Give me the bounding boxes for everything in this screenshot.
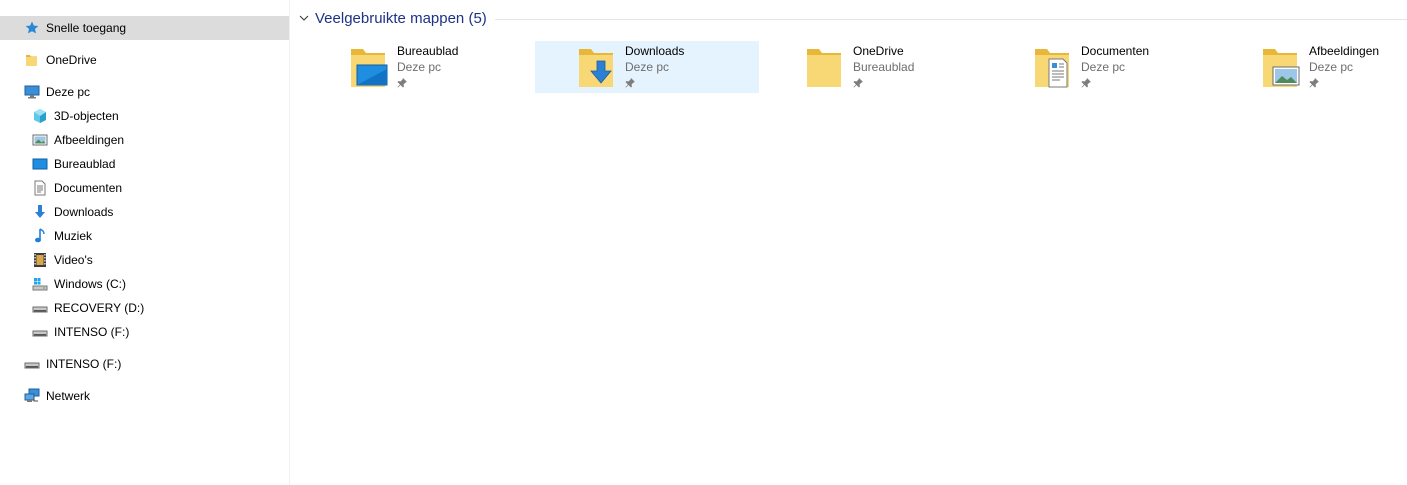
folder-location: Bureaublad <box>853 60 915 74</box>
nav-item-label: Netwerk <box>46 389 91 403</box>
folder-icon <box>803 47 847 89</box>
nav-item-label: Windows (C:) <box>54 277 127 291</box>
drive-icon <box>32 324 48 340</box>
nav-item-label: Video's <box>54 253 93 267</box>
windows-drive-icon <box>32 276 48 292</box>
downloads-folder-icon <box>575 47 619 89</box>
nav-item-label: Afbeeldingen <box>54 133 125 147</box>
pin-icon <box>853 77 863 88</box>
folder-location: Deze pc <box>397 60 442 74</box>
folder-location: Deze pc <box>625 60 670 74</box>
group-header[interactable]: Veelgebruikte mappen (5) <box>297 8 1407 28</box>
drive-icon <box>24 356 40 372</box>
pictures-icon <box>32 132 48 148</box>
nav-item-label: 3D-objecten <box>54 109 119 123</box>
computer-icon <box>24 84 40 100</box>
downloads-icon <box>32 204 48 220</box>
nav-item-this-pc[interactable]: Deze pc <box>0 80 289 104</box>
folder-tile-documents[interactable]: Documenten Deze pc <box>991 41 1215 93</box>
pin-icon <box>1081 77 1091 88</box>
navigation-pane: Snelle toegang OneDrive Deze pc 3D-objec… <box>0 0 290 485</box>
nav-item-label: Muziek <box>54 229 93 243</box>
pin-icon <box>625 77 635 88</box>
nav-item-3d-objects[interactable]: 3D-objecten <box>0 104 289 128</box>
nav-item-desktop[interactable]: Bureaublad <box>0 152 289 176</box>
nav-item-network[interactable]: Netwerk <box>0 384 289 408</box>
nav-item-label: Deze pc <box>46 85 91 99</box>
folder-location: Deze pc <box>1081 60 1126 74</box>
desktop-folder-icon <box>347 47 391 89</box>
nav-item-videos[interactable]: Video's <box>0 248 289 272</box>
nav-item-downloads[interactable]: Downloads <box>0 200 289 224</box>
folder-name: OneDrive <box>853 44 904 58</box>
folder-name: Documenten <box>1081 44 1150 58</box>
folder-tile-onedrive[interactable]: OneDrive Bureaublad <box>763 41 987 93</box>
folder-name: Afbeeldingen <box>1309 44 1380 58</box>
group-divider <box>494 18 1407 20</box>
nav-item-pictures[interactable]: Afbeeldingen <box>0 128 289 152</box>
content-pane: Veelgebruikte mappen (5) Bureaublad Deze… <box>291 0 1407 485</box>
nav-item-intenso-root[interactable]: INTENSO (F:) <box>0 352 289 376</box>
nav-item-quick-access[interactable]: Snelle toegang <box>0 16 289 40</box>
nav-item-music[interactable]: Muziek <box>0 224 289 248</box>
pin-icon <box>1309 77 1319 88</box>
folder-icon <box>24 52 40 68</box>
music-icon <box>32 228 48 244</box>
folder-location: Deze pc <box>1309 60 1354 74</box>
nav-item-windows-c[interactable]: Windows (C:) <box>0 272 289 296</box>
videos-icon <box>32 252 48 268</box>
nav-item-documents[interactable]: Documenten <box>0 176 289 200</box>
chevron-down-icon[interactable] <box>297 11 311 25</box>
documents-folder-icon <box>1031 47 1075 89</box>
3d-objects-icon <box>32 108 48 124</box>
nav-item-label: Documenten <box>54 181 123 195</box>
folder-tile-downloads[interactable]: Downloads Deze pc <box>535 41 759 93</box>
star-icon <box>24 20 40 36</box>
nav-item-label: RECOVERY (D:) <box>54 301 145 315</box>
nav-item-label: Bureaublad <box>54 157 116 171</box>
folder-tile-pictures[interactable]: Afbeeldingen Deze pc <box>1219 41 1407 93</box>
nav-item-onedrive[interactable]: OneDrive <box>0 48 289 72</box>
nav-item-recovery-d[interactable]: RECOVERY (D:) <box>0 296 289 320</box>
folder-name: Downloads <box>625 44 685 58</box>
pin-icon <box>397 77 407 88</box>
nav-item-label: OneDrive <box>46 53 97 67</box>
nav-item-label: INTENSO (F:) <box>46 357 122 371</box>
desktop-icon <box>32 156 48 172</box>
file-explorer-window: Snelle toegang OneDrive Deze pc 3D-objec… <box>0 0 1407 485</box>
nav-item-label: Downloads <box>54 205 114 219</box>
nav-item-label: Snelle toegang <box>46 21 127 35</box>
nav-item-label: INTENSO (F:) <box>54 325 130 339</box>
documents-icon <box>32 180 48 196</box>
folder-tile-desktop[interactable]: Bureaublad Deze pc <box>307 41 531 93</box>
group-title: Veelgebruikte mappen (5) <box>315 9 487 27</box>
network-icon <box>24 388 40 404</box>
pictures-folder-icon <box>1259 47 1303 89</box>
folder-name: Bureaublad <box>397 44 459 58</box>
nav-item-intenso-f[interactable]: INTENSO (F:) <box>0 320 289 344</box>
drive-icon <box>32 300 48 316</box>
